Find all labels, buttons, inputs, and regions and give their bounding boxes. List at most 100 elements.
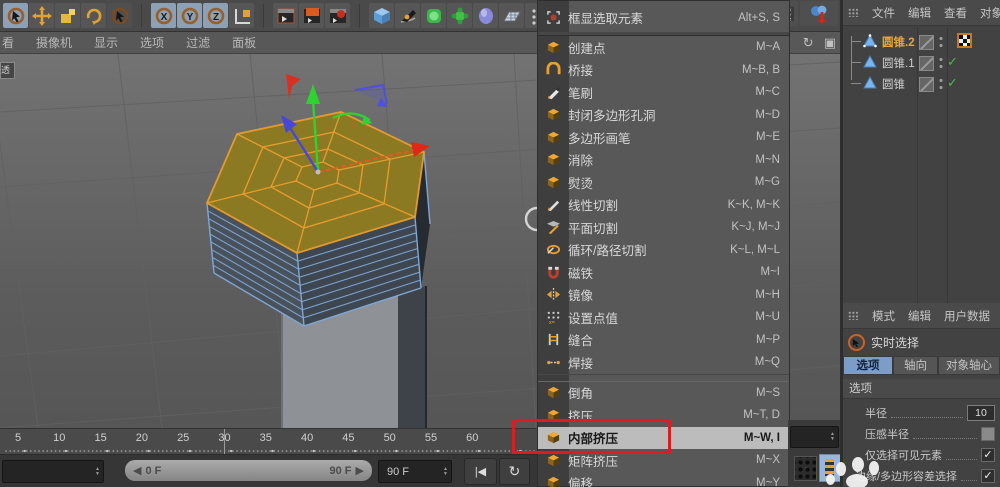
param-value-field[interactable]: 10 bbox=[967, 404, 995, 421]
menu-item-brush[interactable]: 笔刷 M~C bbox=[538, 81, 789, 104]
ruler-tick-25: 25 bbox=[177, 432, 190, 444]
menu-item-loop-path-cut[interactable]: 循环/路径切割 K~L, M~L bbox=[538, 239, 789, 262]
subdivision-surface-icon[interactable] bbox=[421, 3, 446, 28]
object-row-1[interactable]: 圆锥.1 ✓ bbox=[843, 52, 1000, 73]
coordinates-manager-icon[interactable] bbox=[800, 1, 838, 26]
polygon-selection-tag-icon[interactable] bbox=[957, 33, 972, 48]
layer-color-icon[interactable] bbox=[919, 56, 934, 71]
cone-object-icon[interactable] bbox=[862, 33, 878, 49]
visibility-dots-icon[interactable] bbox=[939, 77, 943, 90]
viewport-menu-4[interactable]: 过滤 bbox=[186, 34, 210, 51]
object-name[interactable]: 圆锥.1 bbox=[882, 55, 915, 71]
param-checkbox[interactable] bbox=[981, 426, 995, 441]
spinner-arrows-icon[interactable]: ▲ ▼ bbox=[830, 432, 838, 442]
panel-grid-icon[interactable] bbox=[848, 311, 859, 320]
layer-color-icon[interactable] bbox=[919, 35, 934, 50]
deformer-icon[interactable] bbox=[447, 3, 472, 28]
menu-item-stitch-and-sew[interactable]: 缝合 M~P bbox=[538, 329, 789, 352]
menu-item-shortcut: M~B, B bbox=[741, 63, 780, 76]
enabled-check-icon[interactable]: ✓ bbox=[947, 75, 958, 91]
menu-item-dissolve[interactable]: 消除 M~N bbox=[538, 149, 789, 172]
object-name[interactable]: 圆锥 bbox=[882, 76, 905, 92]
object-row-2[interactable]: 圆锥 ✓ bbox=[843, 73, 1000, 94]
toggle-panel-icon[interactable]: ▣ bbox=[824, 35, 836, 51]
object-row-0[interactable]: 圆锥.2 bbox=[843, 31, 1000, 52]
end-frame-field[interactable]: 90 F ▲ ▼ bbox=[378, 460, 452, 483]
render-settings-icon[interactable] bbox=[325, 3, 350, 28]
menu-item-plane-cut[interactable]: 平面切割 K~J, M~J bbox=[538, 216, 789, 239]
om-menu-1[interactable]: 编辑 bbox=[908, 5, 931, 21]
menu-item-smooth-shift[interactable]: 偏移 M~Y bbox=[538, 472, 789, 487]
cone-object-icon[interactable] bbox=[862, 54, 878, 70]
viewport-nav-icons: ⇕↻▣ bbox=[782, 32, 836, 54]
menu-item-weld[interactable]: 焊接 M~Q bbox=[538, 351, 789, 374]
viewport-menu-1[interactable]: 摄像机 bbox=[36, 34, 72, 51]
attr-menu-0[interactable]: 模式 bbox=[872, 308, 895, 324]
tab-2[interactable]: 对象轴心 bbox=[938, 356, 1000, 375]
menu-item-line-cut[interactable]: 线性切割 K~K, M~K bbox=[538, 194, 789, 217]
object-name[interactable]: 圆锥.2 bbox=[882, 34, 915, 50]
ruler-tick-10: 10 bbox=[53, 432, 66, 444]
viewport-menu-0[interactable]: 看 bbox=[2, 34, 14, 51]
menu-item-iron[interactable]: 熨烫 M~G bbox=[538, 171, 789, 194]
axis-y-icon[interactable]: Y bbox=[177, 3, 202, 28]
viewport-menu-2[interactable]: 显示 bbox=[94, 34, 118, 51]
current-frame-field[interactable]: ▲ ▼ bbox=[2, 460, 104, 483]
attr-menu-1[interactable]: 编辑 bbox=[908, 308, 931, 324]
rotate-icon[interactable] bbox=[81, 3, 106, 28]
layer-color-icon[interactable] bbox=[919, 77, 934, 92]
scale-icon[interactable] bbox=[55, 3, 80, 28]
spline-pen-icon[interactable] bbox=[395, 3, 420, 28]
axis-z-icon[interactable]: Z bbox=[203, 3, 228, 28]
menu-item-label: 平面切割 bbox=[568, 221, 619, 236]
rotate-view-icon[interactable]: ↻ bbox=[803, 35, 814, 51]
spinner-arrows-icon[interactable]: ▲ ▼ bbox=[443, 466, 451, 477]
cone-object-icon[interactable] bbox=[862, 75, 878, 91]
menu-item-bridge[interactable]: 桥接 M~B, B bbox=[538, 59, 789, 82]
menu-item-mirror[interactable]: 镜像 M~H bbox=[538, 284, 789, 307]
move-icon[interactable] bbox=[29, 3, 54, 28]
axis-x-icon[interactable]: X bbox=[151, 3, 176, 28]
menu-item-magnet[interactable]: 磁铁 M~I bbox=[538, 261, 789, 284]
param-checkbox[interactable]: ✓ bbox=[981, 447, 995, 462]
enabled-check-icon[interactable]: ✓ bbox=[947, 54, 958, 70]
param-checkbox[interactable]: ✓ bbox=[981, 468, 995, 483]
menu-item-close-polygon-hole[interactable]: 封闭多边形孔洞 M~D bbox=[538, 104, 789, 127]
floor-icon[interactable] bbox=[499, 3, 524, 28]
visibility-dots-icon[interactable] bbox=[939, 35, 943, 48]
viewport-menu-5[interactable]: 面板 bbox=[232, 34, 256, 51]
snap-cursor-icon[interactable] bbox=[107, 3, 132, 28]
tab-0[interactable]: 选项 bbox=[843, 356, 893, 375]
field-icon[interactable] bbox=[473, 3, 498, 28]
om-menu-0[interactable]: 文件 bbox=[872, 5, 895, 21]
attributes-menubar: 模式 编辑 用户数据 bbox=[843, 303, 1000, 329]
om-menu-2[interactable]: 查看 bbox=[944, 5, 967, 21]
viewport-menu-3[interactable]: 选项 bbox=[140, 34, 164, 51]
menu-item-polygon-pen[interactable]: 多边形画笔 M~E bbox=[538, 126, 789, 149]
select-cursor-icon[interactable] bbox=[3, 3, 28, 28]
panel-grid-icon[interactable] bbox=[848, 8, 859, 17]
keyframe-record-icon[interactable] bbox=[794, 456, 817, 481]
render-region-icon[interactable] bbox=[299, 3, 324, 28]
attr-menu-2[interactable]: 用户数据 bbox=[944, 308, 990, 324]
go-to-start-button[interactable]: |◀ bbox=[464, 458, 497, 485]
range-left-arrow-icon[interactable]: ◀ bbox=[133, 464, 141, 477]
timeline-range-scrubber[interactable]: ◀ 0 F 90 F ▶ bbox=[125, 460, 372, 481]
om-menu-3[interactable]: 对象 bbox=[980, 5, 1000, 21]
menu-item-set-point-value[interactable]: x= 设置点值 M~U bbox=[538, 306, 789, 329]
range-right-arrow-icon[interactable]: ▶ bbox=[356, 464, 364, 477]
menu-separator bbox=[538, 373, 789, 382]
coordinate-system-icon[interactable] bbox=[229, 3, 254, 28]
spinner-arrows-icon[interactable]: ▲ ▼ bbox=[95, 466, 103, 477]
menu-item-create-point[interactable]: 创建点 M~A bbox=[538, 36, 789, 59]
menu-item-bevel[interactable]: 倒角 M~S bbox=[538, 382, 789, 405]
visibility-dots-icon[interactable] bbox=[939, 56, 943, 69]
toolbar-right-icons: XYZ bbox=[782, 1, 838, 26]
frame-step-field[interactable]: ▲ ▼ bbox=[790, 426, 839, 448]
menu-item-frame-selected[interactable]: 框显选取元素 Alt+S, S bbox=[538, 3, 789, 32]
tab-1[interactable]: 轴向 bbox=[893, 356, 938, 375]
column-divider bbox=[947, 27, 948, 303]
primitive-cube-icon[interactable] bbox=[369, 3, 394, 28]
render-view-icon[interactable] bbox=[273, 3, 298, 28]
loop-playback-button[interactable]: ↻ bbox=[499, 458, 530, 485]
